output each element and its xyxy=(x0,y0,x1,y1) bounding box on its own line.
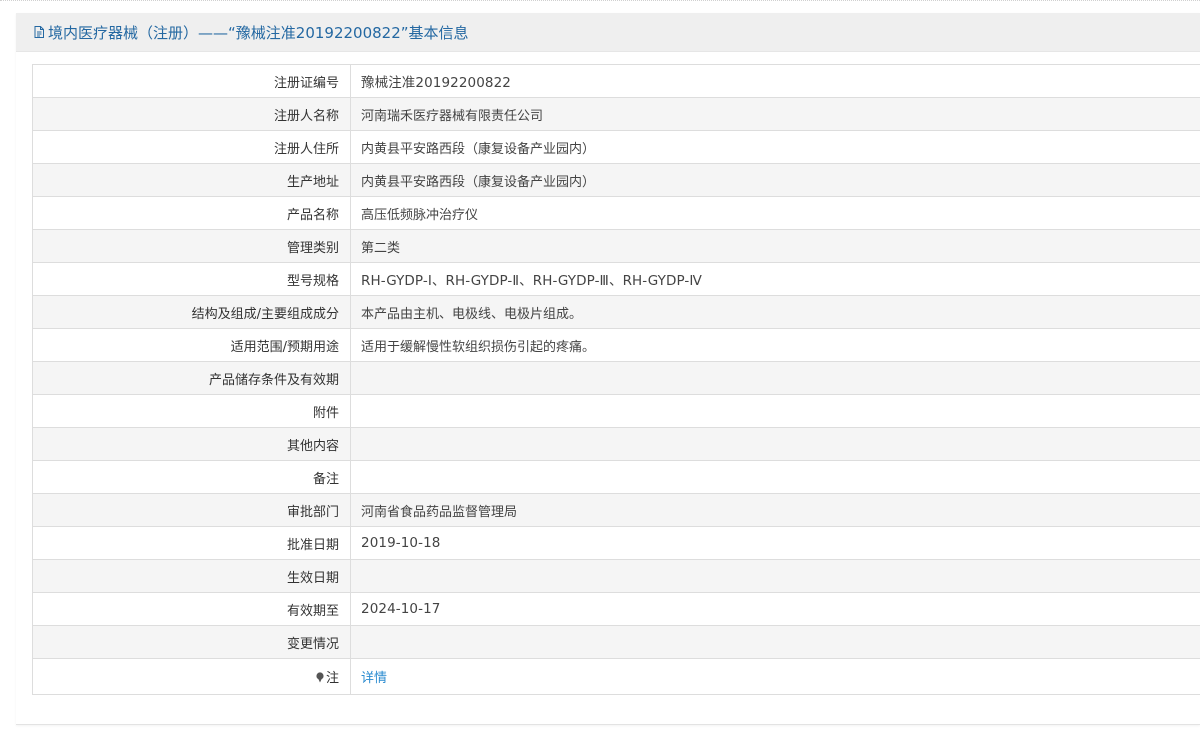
row-label: 注册人名称 xyxy=(32,97,351,131)
row-value xyxy=(350,361,1200,395)
row-value: 内黄县平安路西段（康复设备产业园内） xyxy=(350,163,1200,197)
row-label: 产品名称 xyxy=(32,196,351,230)
row-value xyxy=(350,625,1200,659)
row-label: 管理类别 xyxy=(32,229,351,263)
top-dotted-border xyxy=(0,0,1200,2)
detail-link[interactable]: 详情 xyxy=(361,671,387,686)
panel-body: 注册证编号 豫械注准20192200822 注册人名称 河南瑞禾医疗器械有限责任… xyxy=(32,64,1200,695)
row-label: 审批部门 xyxy=(32,493,351,527)
table-row: 结构及组成/主要组成成分 本产品由主机、电极线、电极片组成。 xyxy=(32,295,1200,329)
row-value: 第二类 xyxy=(350,229,1200,263)
page-title: 境内医疗器械（注册）——“豫械注准20192200822”基本信息 xyxy=(48,23,469,42)
row-label: 变更情况 xyxy=(32,625,351,659)
row-value: 河南省食品药品监督管理局 xyxy=(350,493,1200,527)
row-value: 高压低频脉冲治疗仪 xyxy=(350,196,1200,230)
note-value-cell: 详情 xyxy=(350,658,1200,695)
row-value xyxy=(350,394,1200,428)
table-row: 产品储存条件及有效期 xyxy=(32,361,1200,395)
row-value: 2024-10-17 xyxy=(350,592,1200,626)
table-row: 其他内容 xyxy=(32,427,1200,461)
table-row: 审批部门 河南省食品药品监督管理局 xyxy=(32,493,1200,527)
row-label: 批准日期 xyxy=(32,526,351,560)
row-label: 产品储存条件及有效期 xyxy=(32,361,351,395)
row-label: 生产地址 xyxy=(32,163,351,197)
row-value: 适用于缓解慢性软组织损伤引起的疼痛。 xyxy=(350,328,1200,362)
note-label-cell: 注 xyxy=(32,658,351,695)
pin-icon xyxy=(315,672,325,683)
row-label: 注册证编号 xyxy=(32,64,351,98)
table-row: 注册证编号 豫械注准20192200822 xyxy=(32,64,1200,98)
row-value: 本产品由主机、电极线、电极片组成。 xyxy=(350,295,1200,329)
info-table: 注册证编号 豫械注准20192200822 注册人名称 河南瑞禾医疗器械有限责任… xyxy=(32,64,1200,695)
row-value: 内黄县平安路西段（康复设备产业园内） xyxy=(350,130,1200,164)
table-row: 注册人名称 河南瑞禾医疗器械有限责任公司 xyxy=(32,97,1200,131)
row-value: 豫械注准20192200822 xyxy=(350,64,1200,98)
row-label: 其他内容 xyxy=(32,427,351,461)
row-label: 注册人住所 xyxy=(32,130,351,164)
table-row: 产品名称 高压低频脉冲治疗仪 xyxy=(32,196,1200,230)
table-row: 适用范围/预期用途 适用于缓解慢性软组织损伤引起的疼痛。 xyxy=(32,328,1200,362)
row-label: 型号规格 xyxy=(32,262,351,296)
table-row: 附件 xyxy=(32,394,1200,428)
row-label: 备注 xyxy=(32,460,351,494)
row-value: RH-GYDP-Ⅰ、RH-GYDP-Ⅱ、RH-GYDP-Ⅲ、RH-GYDP-Ⅳ xyxy=(350,262,1200,296)
table-row: 备注 xyxy=(32,460,1200,494)
note-row: 注 详情 xyxy=(32,658,1200,695)
row-label: 附件 xyxy=(32,394,351,428)
panel-header: 境内医疗器械（注册）——“豫械注准20192200822”基本信息 xyxy=(16,13,1200,52)
row-value xyxy=(350,559,1200,593)
row-value xyxy=(350,427,1200,461)
row-label: 有效期至 xyxy=(32,592,351,626)
table-row: 有效期至 2024-10-17 xyxy=(32,592,1200,626)
table-row: 变更情况 xyxy=(32,625,1200,659)
table-row: 生效日期 xyxy=(32,559,1200,593)
row-label: 结构及组成/主要组成成分 xyxy=(32,295,351,329)
table-row: 型号规格 RH-GYDP-Ⅰ、RH-GYDP-Ⅱ、RH-GYDP-Ⅲ、RH-GY… xyxy=(32,262,1200,296)
row-label: 生效日期 xyxy=(32,559,351,593)
table-row: 管理类别 第二类 xyxy=(32,229,1200,263)
document-icon xyxy=(32,25,46,39)
row-value: 河南瑞禾医疗器械有限责任公司 xyxy=(350,97,1200,131)
row-value: 2019-10-18 xyxy=(350,526,1200,560)
table-row: 注册人住所 内黄县平安路西段（康复设备产业园内） xyxy=(32,130,1200,164)
row-label: 适用范围/预期用途 xyxy=(32,328,351,362)
table-row: 批准日期 2019-10-18 xyxy=(32,526,1200,560)
note-label: 注 xyxy=(325,671,339,686)
row-value xyxy=(350,460,1200,494)
info-panel: 境内医疗器械（注册）——“豫械注准20192200822”基本信息 注册证编号 … xyxy=(16,13,1200,725)
table-row: 生产地址 内黄县平安路西段（康复设备产业园内） xyxy=(32,163,1200,197)
